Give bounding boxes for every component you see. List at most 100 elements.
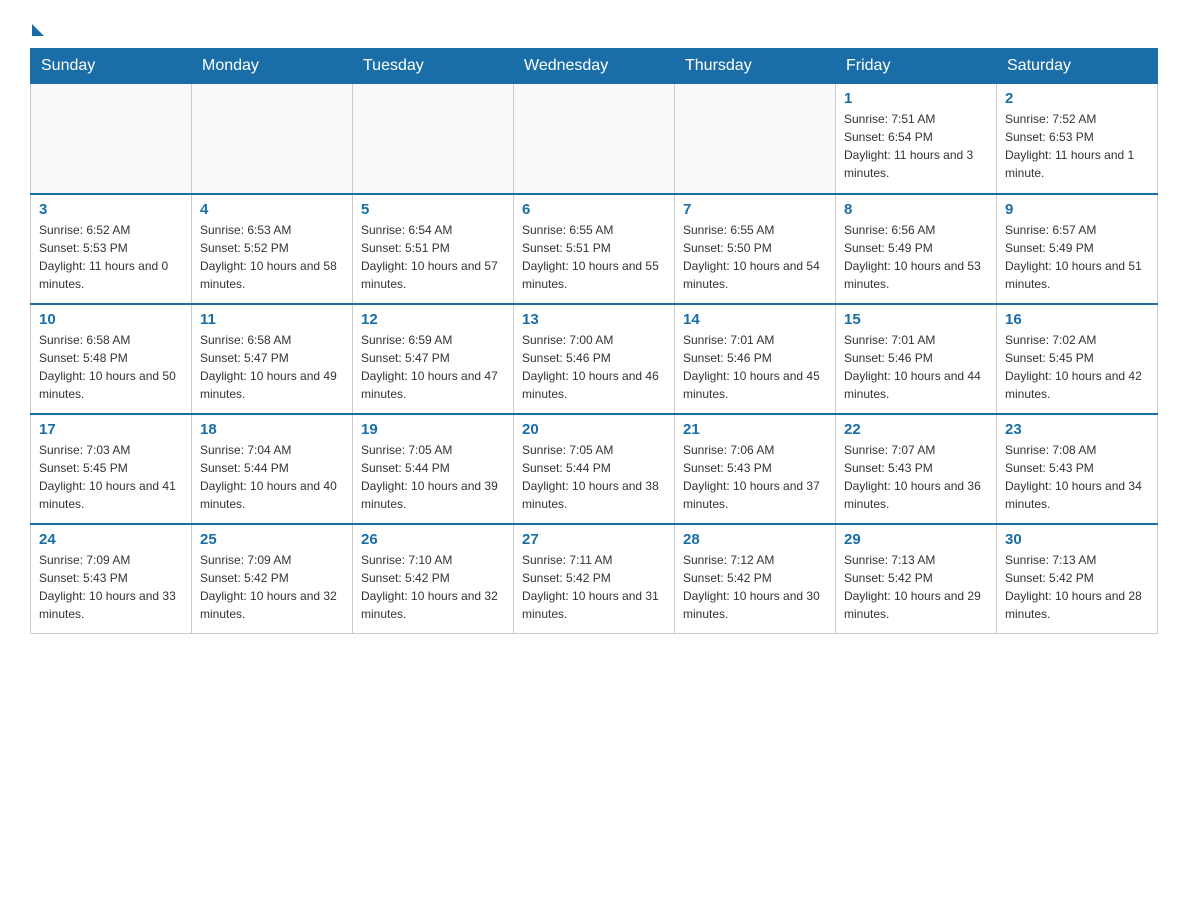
- day-info: Sunrise: 7:09 AMSunset: 5:43 PMDaylight:…: [39, 551, 183, 623]
- day-info: Sunrise: 7:04 AMSunset: 5:44 PMDaylight:…: [200, 441, 344, 513]
- day-number: 17: [39, 421, 183, 438]
- calendar-week-5: 24 Sunrise: 7:09 AMSunset: 5:43 PMDayligh…: [31, 524, 1158, 634]
- calendar-cell: 20Sunrise: 7:05 AMSunset: 5:44 PMDayligh…: [514, 414, 675, 524]
- day-number: 4: [200, 201, 344, 218]
- calendar-cell: 21Sunrise: 7:06 AMSunset: 5:43 PMDayligh…: [675, 414, 836, 524]
- day-info: Sunrise: 6:53 AMSunset: 5:52 PMDaylight:…: [200, 221, 344, 293]
- weekday-header-wednesday: Wednesday: [514, 49, 675, 84]
- calendar-cell: 2 Sunrise: 7:52 AMSunset: 6:53 PMDaylight…: [997, 84, 1158, 194]
- calendar-cell: [514, 84, 675, 194]
- day-number: 2: [1005, 90, 1149, 107]
- day-info: Sunrise: 7:09 AMSunset: 5:42 PMDaylight:…: [200, 551, 344, 623]
- day-info: Sunrise: 6:58 AMSunset: 5:48 PMDaylight:…: [39, 331, 183, 403]
- day-info: Sunrise: 7:05 AMSunset: 5:44 PMDaylight:…: [361, 441, 505, 513]
- calendar-cell: 9Sunrise: 6:57 AMSunset: 5:49 PMDaylight…: [997, 194, 1158, 304]
- day-number: 18: [200, 421, 344, 438]
- calendar-week-1: 1 Sunrise: 7:51 AMSunset: 6:54 PMDaylight…: [31, 84, 1158, 194]
- calendar-cell: 11 Sunrise: 6:58 AMSunset: 5:47 PMDayligh…: [192, 304, 353, 414]
- weekday-header-friday: Friday: [836, 49, 997, 84]
- day-info: Sunrise: 6:55 AMSunset: 5:51 PMDaylight:…: [522, 221, 666, 293]
- day-number: 13: [522, 311, 666, 328]
- day-info: Sunrise: 6:57 AMSunset: 5:49 PMDaylight:…: [1005, 221, 1149, 293]
- page-header: [30, 20, 1158, 32]
- weekday-header-thursday: Thursday: [675, 49, 836, 84]
- day-number: 25: [200, 531, 344, 548]
- calendar-cell: 28 Sunrise: 7:12 AMSunset: 5:42 PMDayligh…: [675, 524, 836, 634]
- calendar-cell: 14Sunrise: 7:01 AMSunset: 5:46 PMDayligh…: [675, 304, 836, 414]
- day-info: Sunrise: 7:51 AMSunset: 6:54 PMDaylight:…: [844, 110, 988, 182]
- day-number: 19: [361, 421, 505, 438]
- day-number: 27: [522, 531, 666, 548]
- calendar-cell: [31, 84, 192, 194]
- calendar-cell: 25 Sunrise: 7:09 AMSunset: 5:42 PMDayligh…: [192, 524, 353, 634]
- day-info: Sunrise: 6:54 AMSunset: 5:51 PMDaylight:…: [361, 221, 505, 293]
- day-info: Sunrise: 7:10 AMSunset: 5:42 PMDaylight:…: [361, 551, 505, 623]
- day-number: 28: [683, 531, 827, 548]
- calendar-cell: 8Sunrise: 6:56 AMSunset: 5:49 PMDaylight…: [836, 194, 997, 304]
- weekday-header-row: SundayMondayTuesdayWednesdayThursdayFrid…: [31, 49, 1158, 84]
- day-number: 8: [844, 201, 988, 218]
- day-info: Sunrise: 6:52 AMSunset: 5:53 PMDaylight:…: [39, 221, 183, 293]
- weekday-header-sunday: Sunday: [31, 49, 192, 84]
- day-number: 24: [39, 531, 183, 548]
- day-number: 15: [844, 311, 988, 328]
- calendar-table: SundayMondayTuesdayWednesdayThursdayFrid…: [30, 48, 1158, 634]
- calendar-cell: 4 Sunrise: 6:53 AMSunset: 5:52 PMDaylight…: [192, 194, 353, 304]
- day-info: Sunrise: 7:02 AMSunset: 5:45 PMDaylight:…: [1005, 331, 1149, 403]
- calendar-cell: 22 Sunrise: 7:07 AMSunset: 5:43 PMDayligh…: [836, 414, 997, 524]
- day-number: 20: [522, 421, 666, 438]
- calendar-cell: 10 Sunrise: 6:58 AMSunset: 5:48 PMDayligh…: [31, 304, 192, 414]
- day-number: 3: [39, 201, 183, 218]
- day-number: 14: [683, 311, 827, 328]
- day-number: 22: [844, 421, 988, 438]
- day-number: 11: [200, 311, 344, 328]
- day-number: 5: [361, 201, 505, 218]
- calendar-cell: 27 Sunrise: 7:11 AMSunset: 5:42 PMDayligh…: [514, 524, 675, 634]
- day-info: Sunrise: 7:12 AMSunset: 5:42 PMDaylight:…: [683, 551, 827, 623]
- day-number: 29: [844, 531, 988, 548]
- day-info: Sunrise: 7:11 AMSunset: 5:42 PMDaylight:…: [522, 551, 666, 623]
- logo-arrow-icon: [32, 24, 44, 36]
- calendar-cell: 1 Sunrise: 7:51 AMSunset: 6:54 PMDaylight…: [836, 84, 997, 194]
- day-number: 10: [39, 311, 183, 328]
- calendar-body: 1 Sunrise: 7:51 AMSunset: 6:54 PMDaylight…: [31, 84, 1158, 634]
- day-number: 1: [844, 90, 988, 107]
- calendar-cell: 16 Sunrise: 7:02 AMSunset: 5:45 PMDayligh…: [997, 304, 1158, 414]
- calendar-cell: 12 Sunrise: 6:59 AMSunset: 5:47 PMDayligh…: [353, 304, 514, 414]
- day-number: 6: [522, 201, 666, 218]
- weekday-header-tuesday: Tuesday: [353, 49, 514, 84]
- calendar-cell: 13 Sunrise: 7:00 AMSunset: 5:46 PMDayligh…: [514, 304, 675, 414]
- weekday-header-monday: Monday: [192, 49, 353, 84]
- day-info: Sunrise: 7:00 AMSunset: 5:46 PMDaylight:…: [522, 331, 666, 403]
- day-info: Sunrise: 7:01 AMSunset: 5:46 PMDaylight:…: [844, 331, 988, 403]
- calendar-cell: 18 Sunrise: 7:04 AMSunset: 5:44 PMDayligh…: [192, 414, 353, 524]
- calendar-cell: 30 Sunrise: 7:13 AMSunset: 5:42 PMDayligh…: [997, 524, 1158, 634]
- day-info: Sunrise: 6:55 AMSunset: 5:50 PMDaylight:…: [683, 221, 827, 293]
- day-info: Sunrise: 7:08 AMSunset: 5:43 PMDaylight:…: [1005, 441, 1149, 513]
- calendar-cell: [675, 84, 836, 194]
- calendar-cell: 17Sunrise: 7:03 AMSunset: 5:45 PMDayligh…: [31, 414, 192, 524]
- day-number: 7: [683, 201, 827, 218]
- logo: [30, 20, 44, 32]
- calendar-cell: [192, 84, 353, 194]
- day-number: 12: [361, 311, 505, 328]
- calendar-cell: 24 Sunrise: 7:09 AMSunset: 5:43 PMDayligh…: [31, 524, 192, 634]
- day-number: 21: [683, 421, 827, 438]
- calendar-cell: 26 Sunrise: 7:10 AMSunset: 5:42 PMDayligh…: [353, 524, 514, 634]
- day-info: Sunrise: 7:52 AMSunset: 6:53 PMDaylight:…: [1005, 110, 1149, 182]
- calendar-cell: [353, 84, 514, 194]
- day-info: Sunrise: 7:13 AMSunset: 5:42 PMDaylight:…: [844, 551, 988, 623]
- day-info: Sunrise: 6:59 AMSunset: 5:47 PMDaylight:…: [361, 331, 505, 403]
- day-number: 30: [1005, 531, 1149, 548]
- calendar-cell: 6 Sunrise: 6:55 AMSunset: 5:51 PMDaylight…: [514, 194, 675, 304]
- day-info: Sunrise: 6:58 AMSunset: 5:47 PMDaylight:…: [200, 331, 344, 403]
- calendar-header: SundayMondayTuesdayWednesdayThursdayFrid…: [31, 49, 1158, 84]
- calendar-cell: 5 Sunrise: 6:54 AMSunset: 5:51 PMDaylight…: [353, 194, 514, 304]
- calendar-cell: 29 Sunrise: 7:13 AMSunset: 5:42 PMDayligh…: [836, 524, 997, 634]
- day-number: 16: [1005, 311, 1149, 328]
- day-info: Sunrise: 7:07 AMSunset: 5:43 PMDaylight:…: [844, 441, 988, 513]
- day-number: 26: [361, 531, 505, 548]
- day-info: Sunrise: 7:13 AMSunset: 5:42 PMDaylight:…: [1005, 551, 1149, 623]
- calendar-week-4: 17Sunrise: 7:03 AMSunset: 5:45 PMDayligh…: [31, 414, 1158, 524]
- day-number: 23: [1005, 421, 1149, 438]
